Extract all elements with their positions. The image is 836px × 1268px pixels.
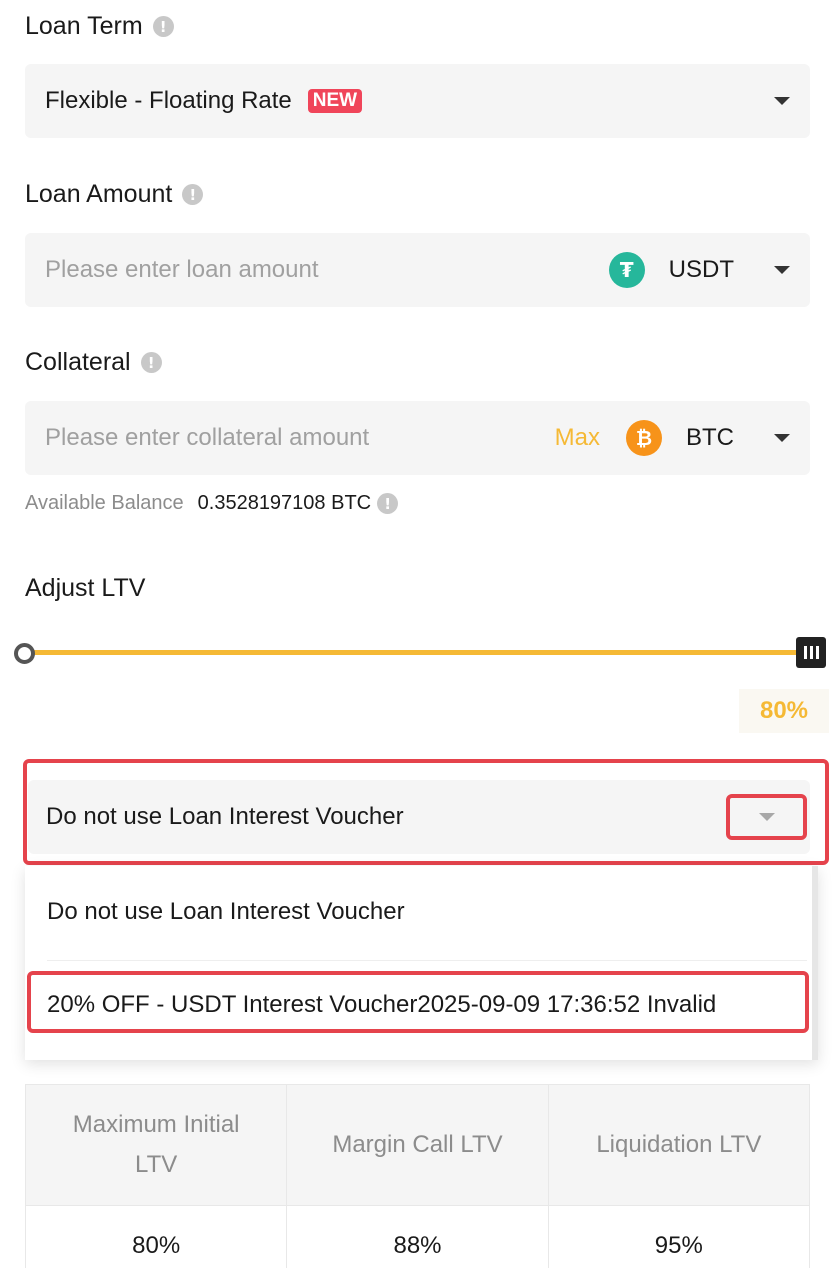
info-icon[interactable]: !: [152, 16, 174, 37]
value-liquidation-ltv: 95%: [547, 1205, 811, 1268]
new-badge: NEW: [307, 89, 363, 113]
info-icon[interactable]: !: [377, 493, 399, 514]
ltv-percent-value: 80%: [739, 689, 829, 733]
balance-value: 0.3528197108 BTC: [197, 492, 372, 514]
value-margin-call-ltv: 88%: [286, 1205, 549, 1268]
loan-term-value: Flexible - Floating Rate: [45, 87, 292, 114]
collateral-coin-name: BTC: [686, 424, 734, 451]
table-row: 80% 88% 95%: [24, 1205, 811, 1268]
header-max-initial-ltv: Maximum Initial LTV: [24, 1084, 288, 1206]
voucher-option-none[interactable]: Do not use Loan Interest Voucher: [47, 898, 405, 926]
tether-icon: ₮: [608, 252, 645, 288]
info-icon[interactable]: !: [182, 184, 204, 205]
option-highlight-box: [27, 971, 809, 1033]
collateral-field[interactable]: Please enter collateral amount Max ₿ BTC: [25, 401, 810, 475]
info-icon[interactable]: !: [140, 352, 162, 373]
ltv-table: Maximum Initial LTV Margin Call LTV Liqu…: [24, 1084, 811, 1268]
loan-amount-field[interactable]: Please enter loan amount ₮ USDT: [25, 233, 810, 307]
loan-term-label: Loan Term !: [25, 12, 174, 41]
value-max-initial-ltv: 80%: [24, 1205, 288, 1268]
chevron-down-icon[interactable]: [774, 97, 790, 105]
voucher-highlight-box: [23, 759, 829, 865]
collateral-input[interactable]: Please enter collateral amount: [45, 424, 555, 452]
ltv-slider-handle[interactable]: [796, 637, 826, 668]
adjust-ltv-label: Adjust LTV: [25, 574, 146, 602]
chevron-down-icon[interactable]: [774, 434, 790, 442]
table-header-row: Maximum Initial LTV Margin Call LTV Liqu…: [24, 1084, 811, 1206]
max-button[interactable]: Max: [555, 424, 600, 452]
ltv-slider-start-knob[interactable]: [14, 643, 35, 664]
available-balance: Available Balance 0.3528197108 BTC !: [25, 492, 399, 515]
header-margin-call-ltv: Margin Call LTV: [286, 1084, 549, 1206]
loan-coin-name: USDT: [668, 256, 734, 283]
chevron-down-icon[interactable]: [774, 266, 790, 274]
loan-amount-input[interactable]: Please enter loan amount: [45, 256, 609, 284]
ltv-slider-track[interactable]: [25, 650, 811, 655]
header-liquidation-ltv: Liquidation LTV: [547, 1084, 811, 1206]
loan-amount-label: Loan Amount !: [25, 180, 204, 209]
loan-term-select[interactable]: Flexible - Floating Rate NEW: [25, 64, 810, 138]
dropdown-scrollbar[interactable]: [812, 866, 818, 1060]
divider: [47, 960, 807, 961]
bitcoin-icon: ₿: [626, 420, 662, 456]
collateral-label: Collateral !: [25, 348, 162, 377]
